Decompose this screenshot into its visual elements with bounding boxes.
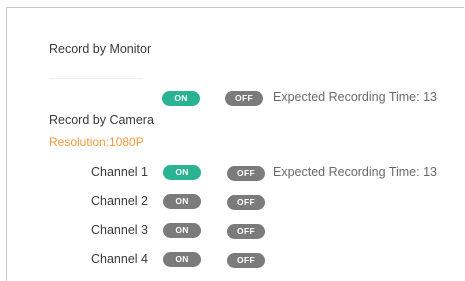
- record-by-camera-title: Record by Camera: [49, 113, 154, 127]
- channel-1-off-toggle[interactable]: OFF: [227, 166, 265, 181]
- channel-1-label: Channel 1: [91, 165, 148, 179]
- channel-4-off-toggle[interactable]: OFF: [227, 253, 265, 268]
- monitor-expected-recording-time: Expected Recording Time: 13: [273, 90, 437, 104]
- channel-2-off-toggle[interactable]: OFF: [227, 195, 265, 210]
- channel-3-off-toggle[interactable]: OFF: [227, 224, 265, 239]
- channel-2-label: Channel 2: [91, 194, 148, 208]
- channel-1-expected-recording-time: Expected Recording Time: 13: [273, 165, 437, 179]
- monitor-on-toggle[interactable]: ON: [162, 91, 200, 106]
- channel-1-on-toggle[interactable]: ON: [163, 165, 201, 180]
- divider: [49, 78, 143, 79]
- resolution-label: Resolution:1080P: [49, 135, 144, 149]
- record-by-monitor-title: Record by Monitor: [49, 42, 152, 56]
- channel-3-label: Channel 3: [91, 223, 148, 237]
- channel-4-on-toggle[interactable]: ON: [163, 252, 201, 267]
- channel-3-on-toggle[interactable]: ON: [163, 223, 201, 238]
- monitor-off-toggle[interactable]: OFF: [225, 91, 263, 106]
- channel-4-label: Channel 4: [91, 252, 148, 266]
- channel-2-on-toggle[interactable]: ON: [163, 194, 201, 209]
